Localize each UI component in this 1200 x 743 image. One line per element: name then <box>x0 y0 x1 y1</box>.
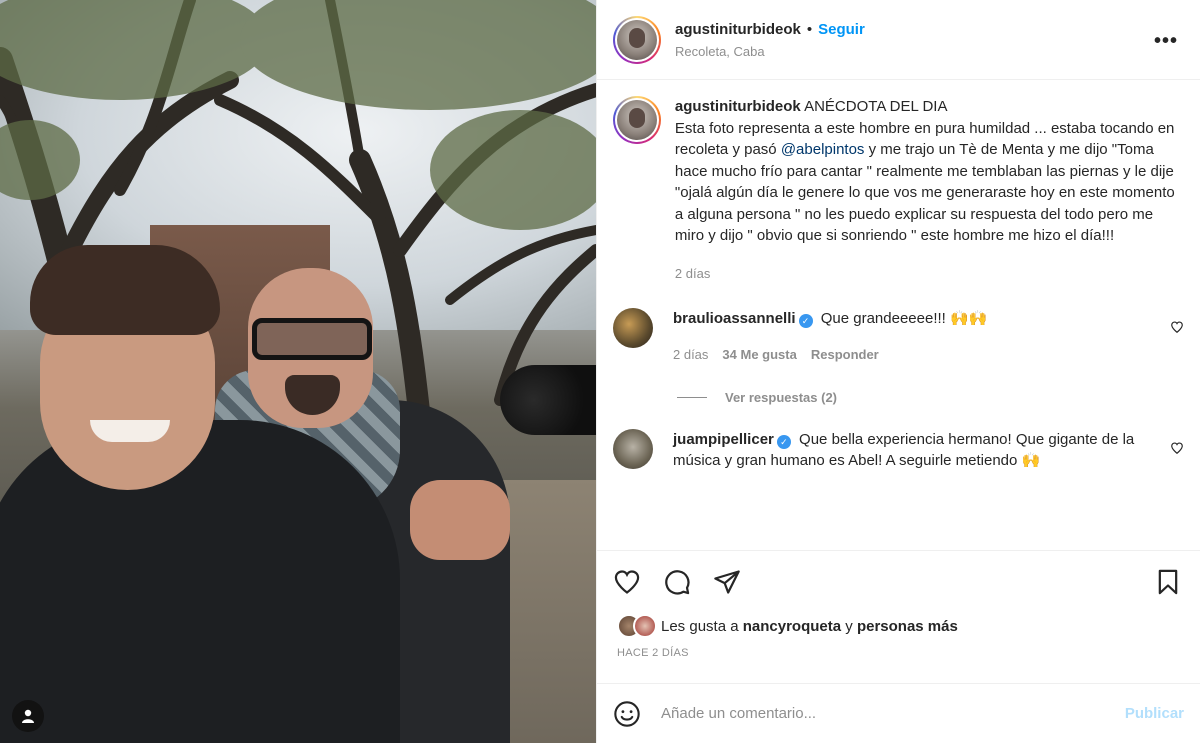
young-man-hoodie <box>0 420 400 743</box>
likes-prefix: Les gusta a <box>661 617 739 635</box>
caption-username[interactable]: agustiniturbideok <box>675 98 801 115</box>
user-tag-icon[interactable] <box>12 700 44 732</box>
heart-icon[interactable] <box>613 568 641 596</box>
comment-icon[interactable] <box>663 568 691 596</box>
bookmark-icon[interactable] <box>1154 568 1182 596</box>
separator-dot: • <box>806 20 813 38</box>
comment-item: braulioassannelli ✓ Que grandeeeee!!! 🙌🙌 … <box>613 308 1184 362</box>
man-glasses <box>252 318 372 360</box>
post-photo[interactable] <box>0 0 596 743</box>
author-username[interactable]: agustiniturbideok <box>675 21 801 38</box>
likes-others-link[interactable]: personas más <box>857 618 958 635</box>
comment-input[interactable] <box>661 705 1125 722</box>
author-avatar[interactable] <box>613 15 661 64</box>
add-comment-bar: Publicar <box>597 683 1200 743</box>
caption-avatar[interactable] <box>613 96 661 144</box>
post-timestamp[interactable]: HACE 2 DÍAS <box>597 639 1200 683</box>
commenter-username[interactable]: braulioassannelli <box>673 310 796 327</box>
publish-button[interactable]: Publicar <box>1125 705 1184 722</box>
microphone <box>500 365 596 435</box>
likes-middle: y <box>845 617 853 635</box>
comment-likes[interactable]: 34 Me gusta <box>722 347 796 362</box>
post-caption: agustiniturbideok ANÉCDOTA DEL DIA Esta … <box>613 96 1184 284</box>
emoji-icon[interactable] <box>613 700 641 728</box>
comments-section[interactable]: agustiniturbideok ANÉCDOTA DEL DIA Esta … <box>597 80 1200 551</box>
share-icon[interactable] <box>713 568 741 596</box>
commenter-username[interactable]: juampipellicer <box>673 431 774 448</box>
comment-text: Que grandeeeee!!! 🙌🙌 <box>820 310 988 327</box>
liker-avatars[interactable] <box>617 614 661 638</box>
post-side-panel: agustiniturbideok • Seguir Recoleta, Cab… <box>596 0 1200 743</box>
action-bar <box>597 551 1200 613</box>
comment-like-icon[interactable] <box>1170 320 1184 334</box>
instagram-post: agustiniturbideok • Seguir Recoleta, Cab… <box>0 0 1200 743</box>
liker-username[interactable]: nancyroqueta <box>743 618 841 635</box>
post-header: agustiniturbideok • Seguir Recoleta, Cab… <box>597 0 1200 80</box>
commenter-avatar[interactable] <box>613 429 653 469</box>
view-replies-label: Ver respuestas (2) <box>725 390 838 405</box>
verified-badge-icon: ✓ <box>776 435 791 449</box>
verified-badge-icon: ✓ <box>798 314 813 328</box>
likes-summary: Les gusta a nancyroqueta y personas más <box>597 613 1200 639</box>
man-hand <box>410 480 510 560</box>
caption-age: 2 días <box>674 265 711 281</box>
comment-item: juampipellicer ✓ Que bella experiencia he… <box>613 429 1184 471</box>
more-options-icon[interactable]: ••• <box>1154 30 1178 53</box>
commenter-avatar[interactable] <box>613 308 653 348</box>
comment-like-icon[interactable] <box>1170 441 1184 455</box>
young-man-hair <box>30 245 220 335</box>
follow-button[interactable]: Seguir <box>818 21 865 38</box>
caption-mention[interactable]: @abelpintos <box>781 141 865 158</box>
comment-age: 2 días <box>673 347 709 362</box>
reply-button[interactable]: Responder <box>811 347 879 362</box>
view-replies-button[interactable]: Ver respuestas (2) <box>677 390 1184 405</box>
caption-title: ANÉCDOTA DEL DIA <box>804 98 948 115</box>
post-location[interactable]: Recoleta, Caba <box>675 44 865 59</box>
young-man-smile <box>90 420 170 442</box>
